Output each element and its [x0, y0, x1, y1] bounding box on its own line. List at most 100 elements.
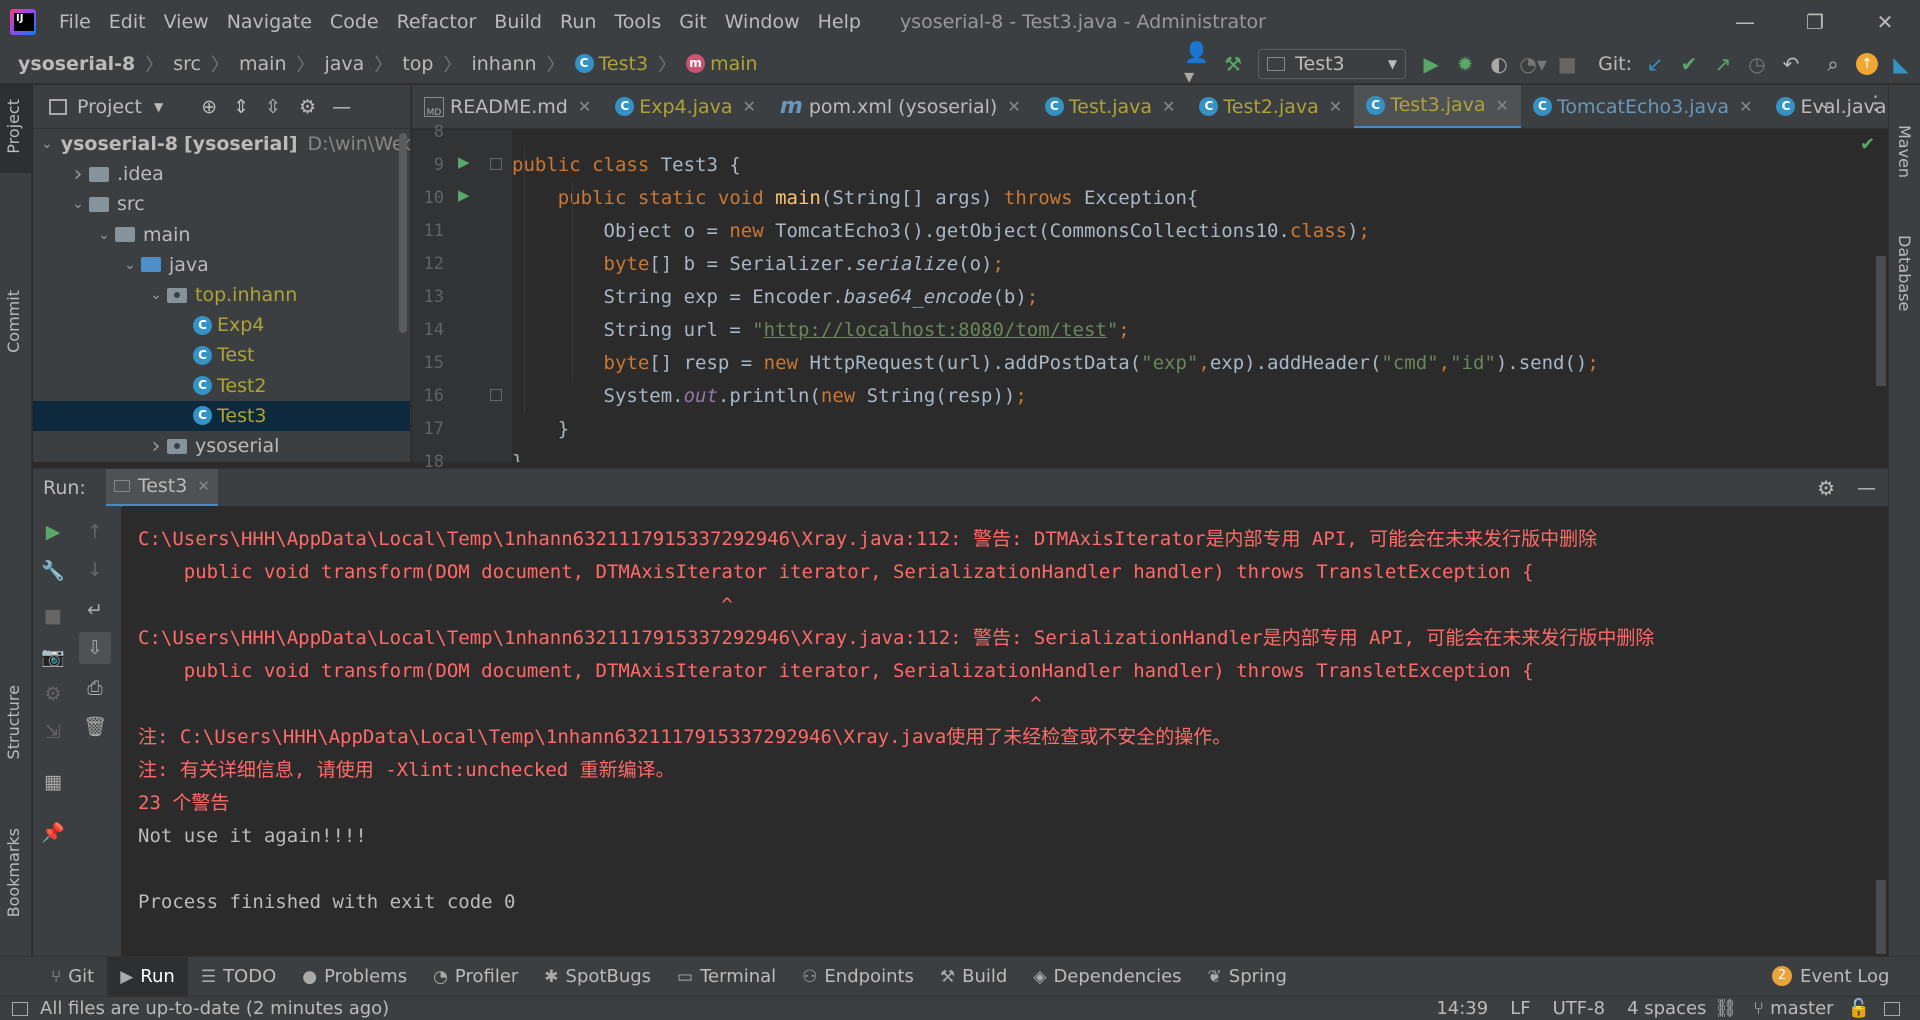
tree-item[interactable]: C Test	[33, 340, 410, 370]
soft-wrap-icon[interactable]: ↵	[81, 596, 109, 624]
line-separator[interactable]: LF	[1510, 998, 1530, 1019]
close-tab-icon[interactable]: ✕	[1739, 97, 1752, 116]
close-tab-icon[interactable]: ✕	[1007, 97, 1020, 116]
menu-help[interactable]: Help	[809, 0, 870, 44]
editor-tab[interactable]: C Test2.java ✕	[1187, 85, 1354, 128]
camera-icon[interactable]: 📷	[39, 642, 67, 670]
tool-tab-commit[interactable]: Commit	[4, 290, 23, 353]
run-tab-test3[interactable]: Test3 ✕	[105, 468, 218, 507]
tool-tab-bookmarks[interactable]: Bookmarks	[4, 828, 23, 917]
layout-icon[interactable]: ▦	[39, 768, 67, 796]
tree-item[interactable]: › ysoserial	[33, 431, 410, 461]
rollback-icon[interactable]: ↶	[1776, 49, 1806, 79]
menu-code[interactable]: Code	[321, 0, 388, 44]
chevron-down-icon[interactable]: ▼	[154, 100, 163, 114]
hide-icon[interactable]: —	[1857, 477, 1876, 499]
bottom-tab-build[interactable]: ⚒ Build	[927, 957, 1020, 997]
breadcrumb-item[interactable]: top	[396, 53, 439, 75]
stop-icon[interactable]: ■	[39, 602, 67, 630]
event-log[interactable]: 2 Event Log	[1772, 956, 1889, 996]
bottom-tab-profiler[interactable]: ◔ Profiler	[420, 957, 531, 997]
close-tab-icon[interactable]: ✕	[1496, 96, 1509, 115]
import-icon[interactable]: ⇲	[39, 718, 67, 746]
git-commit-icon[interactable]: ✔	[1674, 49, 1704, 79]
chevron-right-icon[interactable]: ›	[145, 434, 167, 459]
editor-scrollbar[interactable]	[1876, 256, 1886, 386]
breadcrumb-item[interactable]: src	[167, 53, 207, 75]
editor-tab[interactable]: C TomcatEcho3.java ✕	[1521, 85, 1765, 128]
bottom-tab-spring[interactable]: ❦ Spring	[1195, 957, 1300, 997]
tree-item[interactable]: › .idea	[33, 159, 410, 189]
console-output[interactable]: ^ C:\Users\HHH\AppData\Local\Temp\1nhann6…	[122, 506, 1875, 956]
breadcrumb-project[interactable]: ysoserial-8	[0, 53, 141, 75]
lock-icon[interactable]: 🔓	[1848, 998, 1870, 1019]
build-hammer-icon[interactable]: ⚒	[1218, 49, 1248, 79]
rerun-icon[interactable]: ▶	[39, 518, 67, 546]
bottom-tab-dependencies[interactable]: ◈ Dependencies	[1020, 957, 1194, 997]
collapse-all-icon[interactable]: ⇳	[265, 96, 281, 118]
cursor-position[interactable]: 14:39	[1436, 998, 1488, 1019]
more-options-icon[interactable]: ⋮	[1866, 92, 1885, 114]
history-icon[interactable]: ◷	[1742, 49, 1772, 79]
stop-icon[interactable]: ■	[1552, 49, 1582, 79]
editor-tab[interactable]: m pom.xml (ysoserial) ✕	[768, 85, 1033, 128]
chevron-down-icon[interactable]: ⌄	[119, 257, 141, 273]
git-update-icon[interactable]: ↙	[1640, 49, 1670, 79]
project-view-label[interactable]: Project	[77, 96, 142, 118]
locate-icon[interactable]: ⊕	[201, 96, 217, 118]
code-editor[interactable]: public class Test3 { public static void …	[512, 130, 1876, 462]
minimize-icon[interactable]: —	[1710, 0, 1780, 44]
tree-item[interactable]: C Exp4	[33, 310, 410, 340]
console-scrollbar[interactable]	[1876, 880, 1886, 954]
profile-icon[interactable]: ◔▾	[1518, 49, 1548, 79]
editor-tab[interactable]: C Exp4.java ✕	[603, 85, 768, 128]
menu-refactor[interactable]: Refactor	[388, 0, 486, 44]
up-arrow-icon[interactable]: ↑	[81, 518, 109, 546]
menu-git[interactable]: Git	[670, 0, 715, 44]
menu-tools[interactable]: Tools	[605, 0, 670, 44]
run-icon[interactable]: ▶	[1416, 49, 1446, 79]
menu-run[interactable]: Run	[551, 0, 605, 44]
menu-edit[interactable]: Edit	[100, 0, 155, 44]
bottom-tab-problems[interactable]: ● Problems	[289, 957, 420, 997]
close-tab-icon[interactable]: ✕	[197, 477, 210, 495]
run-gutter-icon[interactable]: ▶	[458, 186, 470, 204]
tree-item[interactable]: ⌄ top.inhann	[33, 280, 410, 310]
code-style-icon[interactable]: ⛓	[1714, 998, 1737, 1019]
print-icon[interactable]: ⎙	[81, 674, 109, 702]
gear-icon[interactable]: ⚙	[1817, 476, 1835, 500]
tool-tab-structure[interactable]: Structure	[4, 685, 23, 759]
chevron-down-icon[interactable]: ⌄	[41, 136, 53, 152]
menu-window[interactable]: Window	[716, 0, 809, 44]
jetbrains-logo-icon[interactable]: ◣	[1886, 49, 1916, 79]
bottom-tab-todo[interactable]: ☰ TODO	[188, 957, 289, 997]
gear-icon[interactable]: ⚙	[299, 96, 316, 118]
run-configuration-select[interactable]: Test3 ▼	[1258, 48, 1407, 79]
editor-tab-list-chevron-icon[interactable]: ⌄	[1818, 93, 1831, 112]
tree-scrollbar[interactable]	[399, 133, 407, 333]
tree-item[interactable]: ⌄ main	[33, 220, 410, 250]
breadcrumb-item[interactable]: inhann	[465, 53, 542, 75]
pin-icon[interactable]: 📌	[39, 818, 67, 846]
editor-tab[interactable]: C Test.java ✕	[1033, 85, 1188, 128]
tool-tab-project[interactable]: Project	[4, 99, 23, 154]
restore-icon[interactable]: ❐	[1780, 0, 1850, 44]
settings-icon[interactable]: ⚙	[39, 680, 67, 708]
coverage-icon[interactable]: ◐	[1484, 49, 1514, 79]
tool-tab-maven[interactable]: Maven	[1895, 125, 1914, 178]
chevron-down-icon[interactable]: ⌄	[145, 287, 167, 303]
bottom-tab-terminal[interactable]: ▭ Terminal	[664, 957, 789, 997]
menu-build[interactable]: Build	[485, 0, 551, 44]
close-tab-icon[interactable]: ✕	[578, 97, 591, 116]
file-encoding[interactable]: UTF-8	[1553, 998, 1605, 1019]
bottom-tab-git[interactable]: ⑂ Git	[38, 957, 107, 997]
breadcrumb-method[interactable]: m main	[680, 53, 763, 75]
tree-item[interactable]: ⌄ ysoserial-8 [ysoserial] D:\win\WebP	[33, 129, 410, 159]
breadcrumb-class[interactable]: C Test3	[569, 53, 655, 75]
menu-file[interactable]: File	[50, 0, 100, 44]
tree-item[interactable]: ⌄ java	[33, 250, 410, 280]
close-tab-icon[interactable]: ✕	[1329, 97, 1342, 116]
scroll-to-end-icon[interactable]: ⇩	[79, 632, 111, 664]
chevron-down-icon[interactable]: ⌄	[93, 227, 115, 243]
fold-icon[interactable]	[490, 389, 502, 401]
